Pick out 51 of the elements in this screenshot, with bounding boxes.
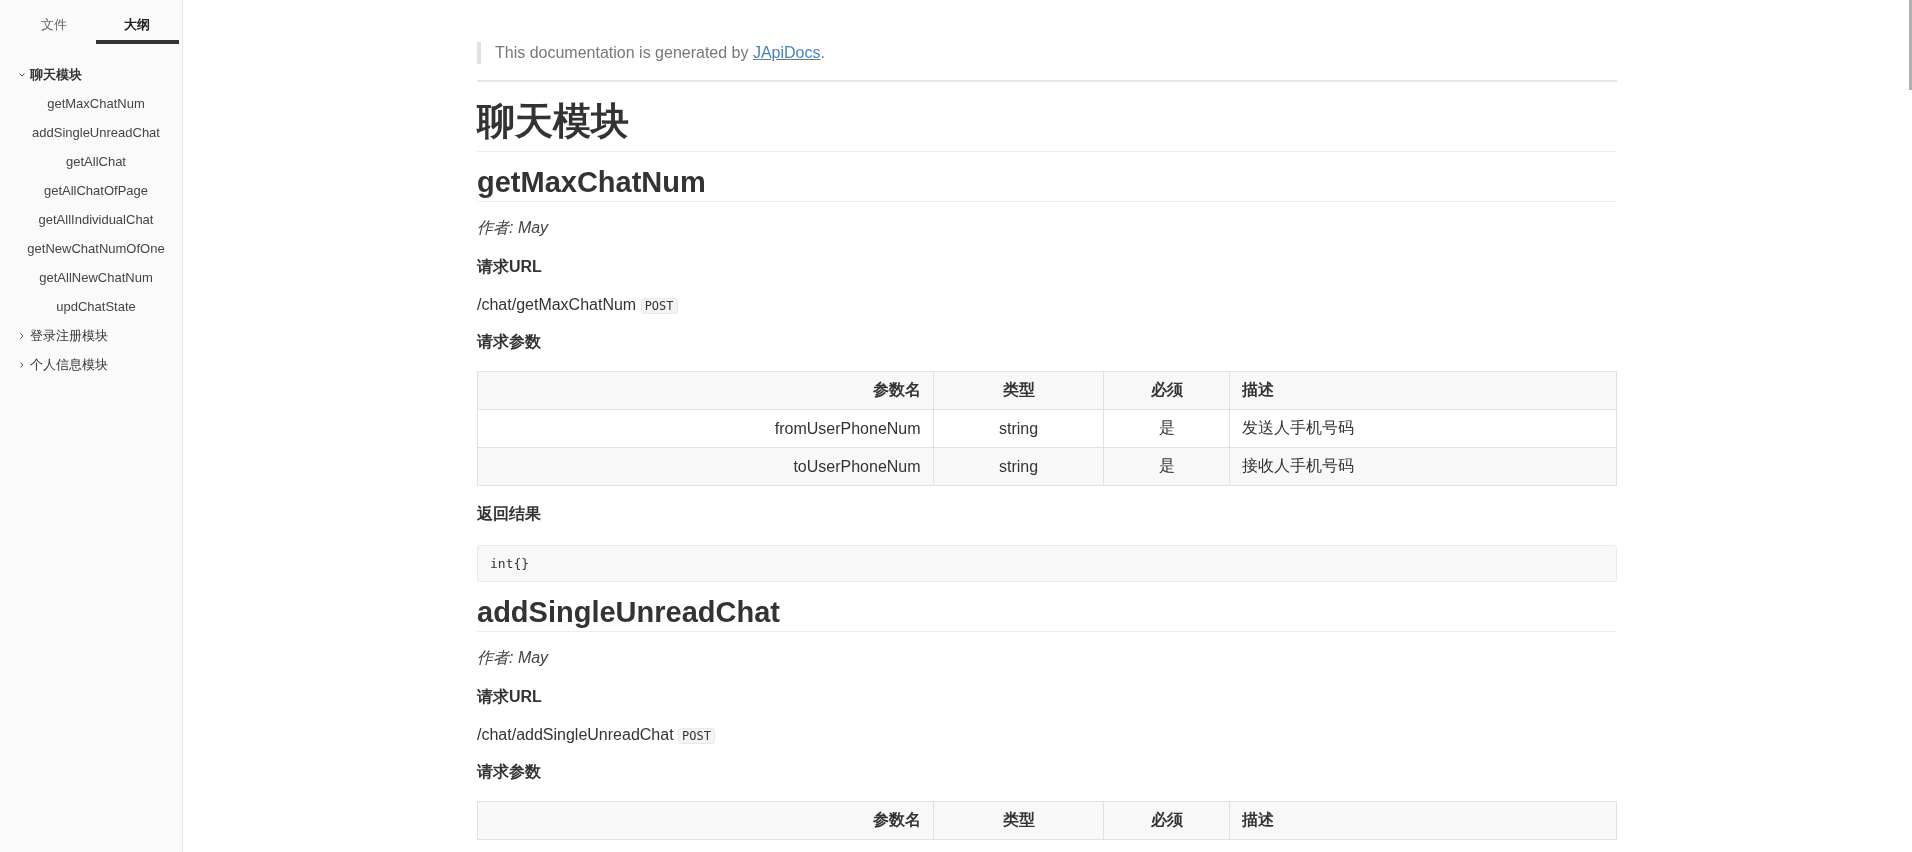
table-cell: fromUserPhoneNum bbox=[477, 409, 934, 448]
outline-item[interactable]: 登录注册模块 bbox=[30, 326, 108, 345]
section-label: 返回结果 bbox=[477, 504, 542, 524]
module-heading: 聊天模块 bbox=[477, 96, 1617, 152]
column-header: 类型 bbox=[933, 371, 1104, 410]
table-cell: 发送人手机号码 bbox=[1229, 409, 1617, 448]
column-header: 描述 bbox=[1229, 801, 1617, 840]
table-cell: string bbox=[933, 447, 1104, 486]
chevron-right-icon[interactable] bbox=[18, 331, 26, 340]
column-header: 描述 bbox=[1229, 371, 1617, 410]
url-text: /chat/getMaxChatNum bbox=[477, 296, 637, 313]
outline-item[interactable]: updChatState bbox=[56, 299, 136, 314]
table-cell: 是 bbox=[1103, 447, 1230, 486]
section-label: 请求URL bbox=[477, 687, 543, 707]
column-header: 必须 bbox=[1103, 801, 1230, 840]
url-text: /chat/addSingleUnreadChat bbox=[477, 726, 674, 743]
section-label: 请求参数 bbox=[477, 332, 542, 352]
method-code: POST bbox=[678, 728, 715, 744]
outline-item[interactable]: 聊天模块 bbox=[30, 65, 82, 84]
outline-item[interactable]: getAllChat bbox=[66, 154, 126, 169]
docs-link[interactable]: JApiDocs bbox=[752, 44, 821, 61]
outline-item[interactable]: getAllNewChatNum bbox=[39, 270, 153, 285]
outline-item[interactable]: addSingleUnreadChat bbox=[32, 125, 160, 140]
sidebar-tab[interactable]: 大纲 bbox=[95, 12, 179, 44]
outline-item[interactable]: 个人信息模块 bbox=[30, 355, 108, 374]
section-label: 请求参数 bbox=[477, 762, 542, 782]
table-cell: string bbox=[933, 409, 1104, 448]
api-heading: addSingleUnreadChat bbox=[477, 596, 1617, 632]
column-header: 参数名 bbox=[477, 801, 934, 840]
outline-item[interactable]: getAllIndividualChat bbox=[38, 212, 154, 227]
table-cell: toUserPhoneNum bbox=[477, 447, 934, 486]
outline-item[interactable]: getAllChatOfPage bbox=[43, 183, 149, 198]
code-block: int{} bbox=[477, 545, 1617, 582]
scrollbar-thumb[interactable] bbox=[1909, 0, 1912, 90]
api-heading: getMaxChatNum bbox=[477, 166, 1617, 202]
column-header: 必须 bbox=[1103, 371, 1230, 410]
sidebar-tab[interactable]: 文件 bbox=[12, 12, 96, 44]
table-cell: 接收人手机号码 bbox=[1229, 447, 1617, 486]
author-text: 作者: May bbox=[477, 218, 550, 238]
method-code: POST bbox=[640, 298, 678, 314]
outline-item[interactable]: getNewChatNumOfOne bbox=[27, 241, 165, 256]
column-header: 类型 bbox=[933, 801, 1104, 840]
table-cell: 是 bbox=[1103, 409, 1230, 448]
chevron-down-icon[interactable] bbox=[18, 70, 26, 79]
note-text: This documentation is generated by bbox=[495, 44, 749, 61]
column-header: 参数名 bbox=[477, 371, 934, 410]
chevron-right-icon[interactable] bbox=[18, 360, 26, 369]
author-text: 作者: May bbox=[477, 648, 550, 668]
section-label: 请求URL bbox=[477, 257, 543, 277]
outline-item[interactable]: getMaxChatNum bbox=[47, 96, 145, 111]
note-period: . bbox=[820, 44, 825, 61]
